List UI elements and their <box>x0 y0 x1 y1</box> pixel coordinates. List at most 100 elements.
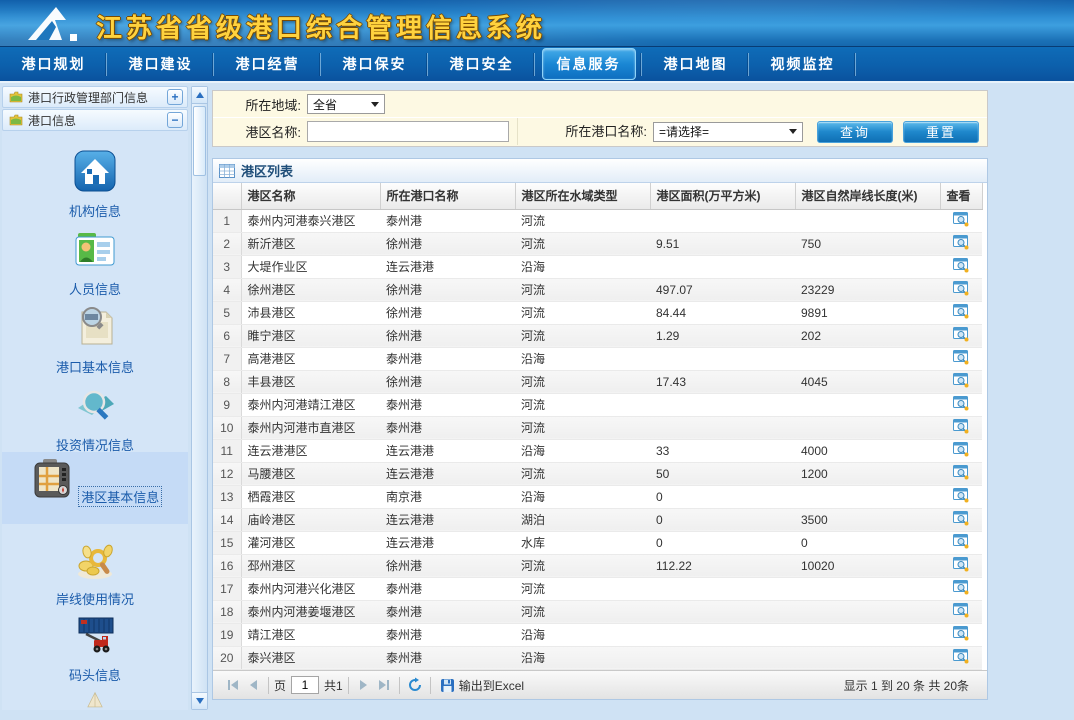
view-detail-icon[interactable] <box>953 280 970 296</box>
col-header-port-name[interactable]: 所在港口名称 <box>380 183 515 209</box>
view-detail-icon[interactable] <box>953 418 970 434</box>
view-detail-icon[interactable] <box>953 625 970 641</box>
sidebar-item-wharf-info[interactable]: 码头信息 <box>2 608 188 684</box>
table-row[interactable]: 2 新沂港区 徐州港 河流 9.51 750 <box>213 232 982 255</box>
district-name-input[interactable] <box>307 121 509 142</box>
view-detail-icon[interactable] <box>953 487 970 503</box>
col-header-area[interactable]: 港区面积(万平方米) <box>650 183 795 209</box>
export-to-excel-button[interactable]: 输出到Excel <box>440 677 524 694</box>
sidebar-group-port-admin-info[interactable]: 港口行政管理部门信息 + <box>2 86 188 108</box>
page-number-input[interactable] <box>291 676 319 694</box>
nav-tab-information-service[interactable]: 信息服务 <box>535 46 642 83</box>
sidebar-item-shoreline-usage[interactable]: 岸线使用情况 <box>2 532 188 608</box>
query-button[interactable]: 查询 <box>817 121 893 143</box>
table-row[interactable]: 5 沛县港区 徐州港 河流 84.44 9891 <box>213 301 982 324</box>
col-header-water-type[interactable]: 港区所在水域类型 <box>515 183 650 209</box>
search-row-district: 港区名称: 所在港口名称: =请选择= 查询 重置 <box>213 118 987 145</box>
table-row[interactable]: 14 庙岭港区 连云港港 湖泊 0 3500 <box>213 508 982 531</box>
sidebar-item-personnel-info[interactable]: 人员信息 <box>2 222 188 298</box>
table-row[interactable]: 20 泰兴港区 泰州港 沿海 <box>213 646 982 669</box>
reset-button[interactable]: 重置 <box>903 121 979 143</box>
district-name-label: 港区名称: <box>213 122 301 141</box>
sidebar-item-port-district-basic-info[interactable]: 港区基本信息 <box>2 452 188 524</box>
view-detail-icon[interactable] <box>953 326 970 342</box>
sidebar-scrollbar[interactable] <box>191 86 208 710</box>
col-header-district-name[interactable]: 港区名称 <box>241 183 380 209</box>
table-row[interactable]: 15 灌河港区 连云港港 水库 0 0 <box>213 531 982 554</box>
port-name-dropdown[interactable]: =请选择= <box>653 122 803 142</box>
next-page-icon[interactable] <box>354 675 374 695</box>
scrollbar-thumb[interactable] <box>193 106 206 176</box>
view-detail-icon[interactable] <box>953 648 970 664</box>
view-detail-icon[interactable] <box>953 533 970 549</box>
pager-summary: 显示 1 到 20 条 共 20条 <box>844 677 977 694</box>
nav-tab-port-construction[interactable]: 港口建设 <box>107 46 214 83</box>
table-row[interactable]: 6 睢宁港区 徐州港 河流 1.29 202 <box>213 324 982 347</box>
table-row[interactable]: 13 栖霞港区 南京港 沿海 0 <box>213 485 982 508</box>
table-row[interactable]: 7 高港港区 泰州港 沿海 <box>213 347 982 370</box>
col-header-shoreline-length[interactable]: 港区自然岸线长度(米) <box>795 183 940 209</box>
collapse-icon[interactable]: − <box>167 112 183 128</box>
panel-title: 港区列表 <box>241 161 293 180</box>
view-detail-icon[interactable] <box>953 395 970 411</box>
sidebar-list: 港口行政管理部门信息 + 港口信息 − <box>2 86 188 710</box>
sidebar-group-port-info[interactable]: 港口信息 − <box>2 109 188 131</box>
save-icon <box>440 678 455 693</box>
view-detail-icon[interactable] <box>953 303 970 319</box>
sidebar: 港口行政管理部门信息 + 港口信息 − <box>2 86 208 710</box>
folder-icon <box>9 114 23 126</box>
prev-page-icon[interactable] <box>243 675 263 695</box>
view-detail-icon[interactable] <box>953 464 970 480</box>
table-row[interactable]: 4 徐州港区 徐州港 河流 497.07 23229 <box>213 278 982 301</box>
refresh-icon[interactable] <box>405 675 425 695</box>
view-detail-icon[interactable] <box>953 510 970 526</box>
panel-header: 港区列表 <box>213 159 987 183</box>
table-row[interactable]: 9 泰州内河港靖江港区 泰州港 河流 <box>213 393 982 416</box>
view-detail-icon[interactable] <box>953 211 970 227</box>
export-label: 输出到Excel <box>459 677 524 694</box>
view-detail-icon[interactable] <box>953 556 970 572</box>
nav-tab-port-operation[interactable]: 港口经营 <box>214 46 321 83</box>
table-row[interactable]: 1 泰州内河港泰兴港区 泰州港 河流 <box>213 209 982 232</box>
row-number-header <box>213 183 241 209</box>
table-body: 1 泰州内河港泰兴港区 泰州港 河流 2 新沂港区 徐州港 河流 9.51 75… <box>213 209 982 669</box>
view-detail-icon[interactable] <box>953 372 970 388</box>
view-detail-icon[interactable] <box>953 579 970 595</box>
view-detail-icon[interactable] <box>953 257 970 273</box>
gps-device-icon <box>29 456 75 502</box>
table-row[interactable]: 8 丰县港区 徐州港 河流 17.43 4045 <box>213 370 982 393</box>
search-form: 所在地域: 全省 港区名称: 所在港口名称: =请选择= 查询 重置 <box>212 90 988 147</box>
expand-icon[interactable]: + <box>167 89 183 105</box>
first-page-icon[interactable] <box>223 675 243 695</box>
table-row[interactable]: 12 马腰港区 连云港港 河流 50 1200 <box>213 462 982 485</box>
table-header-row: 港区名称 所在港口名称 港区所在水域类型 港区面积(万平方米) 港区自然岸线长度… <box>213 183 982 209</box>
table-row[interactable]: 17 泰州内河港兴化港区 泰州港 河流 <box>213 577 982 600</box>
nav-tab-port-safety[interactable]: 港口安全 <box>428 46 535 83</box>
nav-tab-port-security[interactable]: 港口保安 <box>321 46 428 83</box>
view-detail-icon[interactable] <box>953 602 970 618</box>
id-card-icon <box>72 226 118 272</box>
last-page-icon[interactable] <box>374 675 394 695</box>
map-search-icon <box>72 382 118 428</box>
scroll-up-icon[interactable] <box>192 87 207 104</box>
table-row[interactable]: 10 泰州内河港市直港区 泰州港 河流 <box>213 416 982 439</box>
view-detail-icon[interactable] <box>953 234 970 250</box>
sidebar-item-org-info[interactable]: 机构信息 <box>2 144 188 220</box>
view-detail-icon[interactable] <box>953 441 970 457</box>
view-detail-icon[interactable] <box>953 349 970 365</box>
table-row[interactable]: 19 靖江港区 泰州港 沿海 <box>213 623 982 646</box>
sidebar-item-port-basic-info[interactable]: 港口基本信息 <box>2 300 188 376</box>
table-row[interactable]: 16 邳州港区 徐州港 河流 112.22 10020 <box>213 554 982 577</box>
table-icon <box>219 164 235 178</box>
nav-tab-port-planning[interactable]: 港口规划 <box>0 46 107 83</box>
table-row[interactable]: 11 连云港港区 连云港港 沿海 33 4000 <box>213 439 982 462</box>
sidebar-item-partial[interactable] <box>2 686 188 710</box>
nav-tab-video-monitoring[interactable]: 视频监控 <box>749 46 856 83</box>
region-dropdown[interactable]: 全省 <box>307 94 385 114</box>
sidebar-item-investment-info[interactable]: 投资情况信息 <box>2 378 188 454</box>
total-pages-label: 共1 <box>324 677 343 694</box>
scroll-down-icon[interactable] <box>192 692 207 709</box>
table-row[interactable]: 18 泰州内河港姜堰港区 泰州港 河流 <box>213 600 982 623</box>
nav-tab-port-map[interactable]: 港口地图 <box>642 46 749 83</box>
table-row[interactable]: 3 大堤作业区 连云港港 沿海 <box>213 255 982 278</box>
